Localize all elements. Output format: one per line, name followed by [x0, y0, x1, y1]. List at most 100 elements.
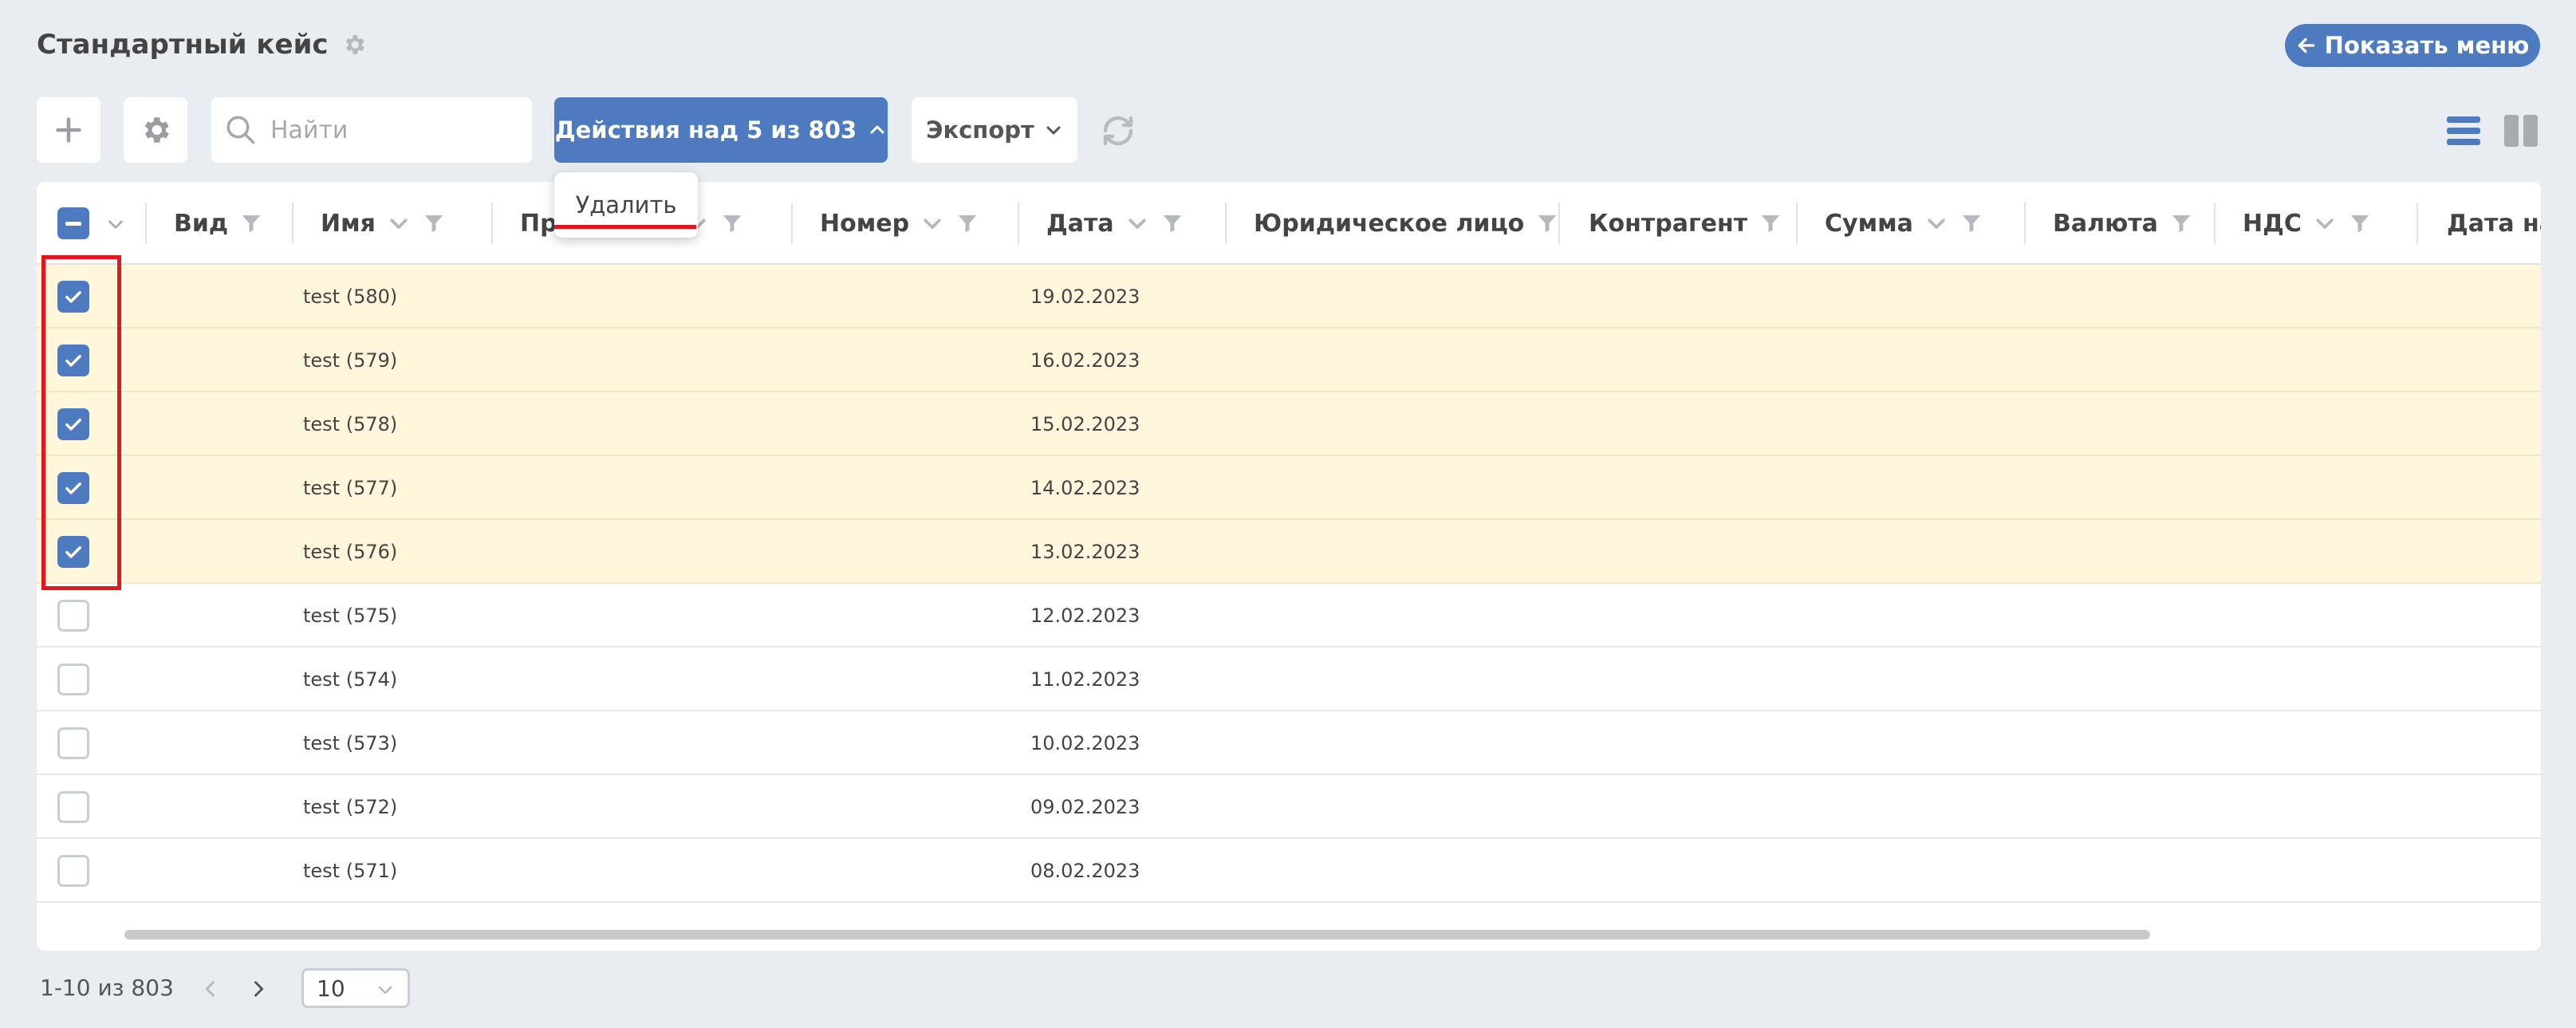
chevron-down-icon[interactable] [1125, 211, 1149, 235]
column-header-start-date[interactable]: Дата нач [2418, 182, 2541, 265]
table-row[interactable]: test (579) 16.02.2023 [37, 329, 2541, 392]
column-header-number[interactable]: Номер [793, 182, 1019, 265]
row-checkbox[interactable] [57, 727, 89, 759]
column-label: Юридическое лицо [1254, 209, 1525, 238]
export-button[interactable]: Экспорт [912, 97, 1077, 163]
row-checkbox[interactable] [57, 791, 89, 823]
table-row[interactable]: test (577) 14.02.2023 [37, 456, 2541, 520]
list-view-icon[interactable] [2447, 115, 2480, 147]
table-row[interactable]: test (578) 15.02.2023 [37, 392, 2541, 456]
add-button[interactable] [37, 97, 100, 163]
delete-menu-item[interactable]: Удалить [576, 191, 677, 219]
cell-name: test (573) [303, 732, 398, 754]
filter-icon[interactable] [2348, 211, 2372, 235]
chevron-down-icon[interactable] [387, 211, 411, 235]
gear-icon[interactable] [341, 32, 367, 57]
chevron-down-icon[interactable] [920, 211, 944, 235]
filter-icon[interactable] [239, 211, 263, 235]
horizontal-scrollbar[interactable] [124, 930, 2150, 939]
search-box[interactable] [211, 97, 532, 163]
filter-icon[interactable] [955, 211, 979, 235]
cell-date: 16.02.2023 [1030, 349, 1140, 372]
chevron-down-icon[interactable] [2313, 211, 2337, 235]
filter-icon[interactable] [2169, 211, 2193, 235]
table-row[interactable]: test (571) 08.02.2023 [37, 839, 2541, 903]
columns-view-icon[interactable] [2504, 115, 2538, 147]
row-checkbox[interactable] [57, 664, 89, 695]
filter-icon[interactable] [720, 211, 744, 235]
table-row[interactable]: test (575) 12.02.2023 [37, 584, 2541, 648]
search-input[interactable] [270, 116, 510, 144]
cell-name: test (580) [303, 286, 398, 308]
page-size-select[interactable]: 10 [301, 968, 410, 1008]
show-menu-button[interactable]: Показать меню [2285, 24, 2540, 67]
cell-name: test (574) [303, 668, 398, 691]
filter-icon[interactable] [1535, 211, 1559, 235]
column-header-kind[interactable]: Вид [147, 182, 293, 265]
cell-name: test (579) [303, 349, 398, 372]
table-row[interactable]: test (572) 09.02.2023 [37, 775, 2541, 839]
column-header-name[interactable]: Имя [293, 182, 493, 265]
filter-icon[interactable] [1759, 211, 1782, 235]
bulk-actions-button[interactable]: Действия над 5 из 803 [554, 97, 888, 163]
filter-icon[interactable] [422, 211, 446, 235]
column-label: НДС [2243, 209, 2302, 238]
page-title: Стандартный кейс [37, 29, 367, 61]
column-select [37, 182, 147, 265]
column-label: Сумма [1825, 209, 1913, 238]
cell-date: 15.02.2023 [1030, 413, 1140, 435]
cell-name: test (577) [303, 477, 398, 499]
cell-name: test (578) [303, 413, 398, 435]
cell-name: test (572) [303, 796, 398, 818]
chevron-up-icon [870, 125, 884, 134]
column-header-counterparty[interactable]: Контрагент [1560, 182, 1798, 265]
column-header-currency[interactable]: Валюта [2026, 182, 2216, 265]
filter-icon[interactable] [1960, 211, 1983, 235]
arrow-left-icon [2298, 37, 2314, 53]
annotation-underline [554, 225, 696, 229]
pagination-range: 1-10 из 803 [40, 975, 174, 1001]
plus-icon [56, 117, 81, 143]
refresh-icon[interactable] [1099, 112, 1137, 150]
bulk-actions-label: Действия над 5 из 803 [554, 116, 857, 144]
table-row[interactable]: test (573) 10.02.2023 [37, 711, 2541, 775]
page-size-value: 10 [317, 975, 345, 1002]
cell-date: 08.02.2023 [1030, 860, 1140, 882]
chevron-down-icon [1046, 126, 1061, 135]
data-table: Вид Имя Пр Номер Дата Юридическое лицо К… [37, 182, 2541, 951]
column-header-vat[interactable]: НДС [2216, 182, 2418, 265]
filter-icon[interactable] [1160, 211, 1184, 235]
column-label: Имя [321, 209, 376, 238]
column-label: Пр [520, 209, 557, 238]
cell-name: test (571) [303, 860, 398, 882]
cell-name: test (576) [303, 541, 398, 563]
cell-date: 13.02.2023 [1030, 541, 1140, 563]
column-label: Вид [174, 209, 229, 238]
show-menu-label: Показать меню [2324, 32, 2530, 59]
chevron-down-icon[interactable] [1924, 211, 1948, 235]
column-label: Валюта [2053, 209, 2158, 238]
chevron-left-icon[interactable] [199, 978, 222, 1000]
row-checkbox[interactable] [57, 600, 89, 632]
cell-date: 19.02.2023 [1030, 286, 1140, 308]
table-row[interactable]: test (576) 13.02.2023 [37, 520, 2541, 584]
cell-date: 10.02.2023 [1030, 732, 1140, 754]
page-title-text: Стандартный кейс [37, 29, 329, 61]
table-row[interactable]: test (580) 19.02.2023 [37, 265, 2541, 329]
column-label: Номер [820, 209, 910, 238]
row-checkbox[interactable] [57, 855, 89, 887]
table-row[interactable]: test (574) 11.02.2023 [37, 648, 2541, 711]
chevron-right-icon[interactable] [247, 978, 270, 1000]
search-icon [226, 116, 255, 144]
cell-date: 09.02.2023 [1030, 796, 1140, 818]
selection-highlight-annotation [41, 255, 121, 590]
chevron-down-icon [378, 986, 392, 995]
column-header-amount[interactable]: Сумма [1798, 182, 2026, 265]
cell-name: test (575) [303, 605, 398, 627]
column-label: Дата [1046, 209, 1114, 238]
table-settings-button[interactable] [124, 97, 187, 163]
column-label: Дата нач [2447, 209, 2541, 238]
column-header-legal-entity[interactable]: Юридическое лицо [1227, 182, 1560, 265]
export-label: Экспорт [926, 116, 1034, 144]
column-header-date[interactable]: Дата [1019, 182, 1227, 265]
